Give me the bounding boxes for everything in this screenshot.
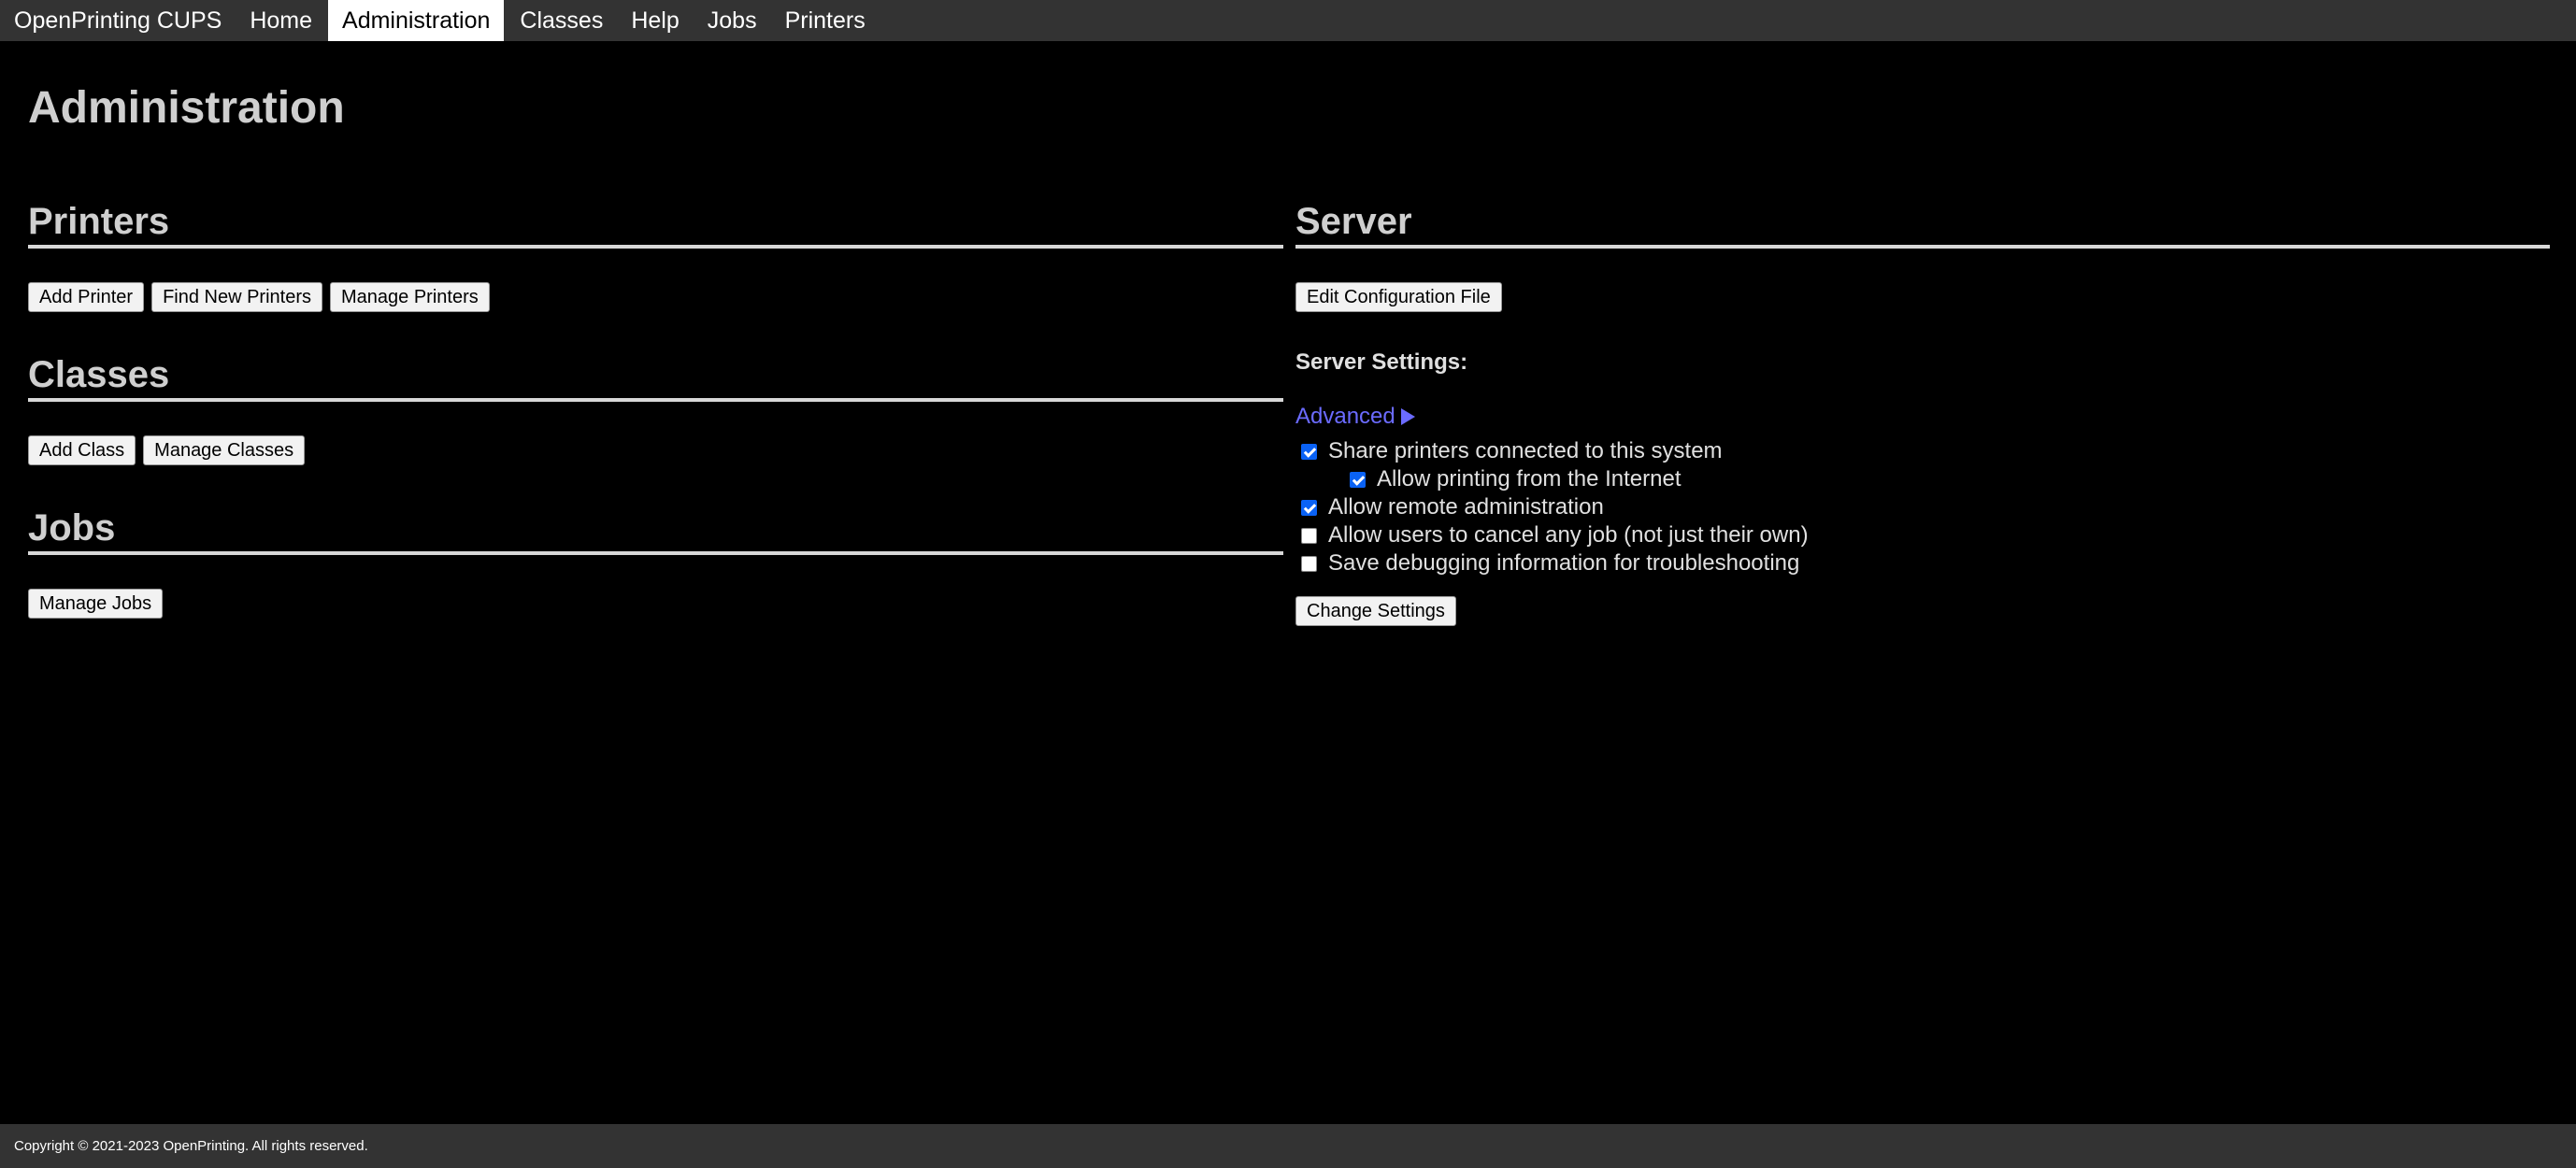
- cancel-any-job-label: Allow users to cancel any job (not just …: [1328, 522, 1809, 548]
- server-options: Share printers connected to this system …: [1295, 437, 2550, 577]
- option-share-printers: Share printers connected to this system: [1295, 437, 2550, 465]
- manage-classes-button[interactable]: Manage Classes: [143, 435, 306, 465]
- nav-item-administration[interactable]: Administration: [328, 0, 505, 41]
- share-printers-label: Share printers connected to this system: [1328, 438, 1723, 463]
- page-title: Administration: [28, 83, 345, 133]
- option-allow-internet-printing: Allow printing from the Internet: [1295, 465, 2550, 493]
- nav-item-help[interactable]: Help: [617, 0, 693, 41]
- printers-button-row: Add Printer Find New Printers Manage Pri…: [28, 282, 1283, 312]
- find-new-printers-button[interactable]: Find New Printers: [151, 282, 322, 312]
- classes-heading: Classes: [28, 351, 1283, 402]
- nav-item-classes[interactable]: Classes: [506, 0, 617, 41]
- share-printers-checkbox[interactable]: [1301, 443, 1317, 460]
- advanced-label: Advanced: [1295, 404, 1395, 429]
- cups-admin-page: OpenPrinting CUPS Home Administration Cl…: [0, 0, 2576, 1168]
- right-column: Server Edit Configuration File Server Se…: [1295, 198, 2550, 626]
- top-navigation: OpenPrinting CUPS Home Administration Cl…: [0, 0, 2576, 41]
- allow-internet-printing-checkbox[interactable]: [1350, 471, 1366, 488]
- add-printer-button[interactable]: Add Printer: [28, 282, 145, 312]
- debug-logging-label: Save debugging information for troublesh…: [1328, 550, 1800, 576]
- classes-button-row: Add Class Manage Classes: [28, 435, 1283, 465]
- cancel-any-job-checkbox[interactable]: [1301, 527, 1317, 544]
- allow-internet-printing-label: Allow printing from the Internet: [1377, 466, 1682, 491]
- expand-triangle-icon: [1400, 408, 1415, 425]
- nav-item-jobs[interactable]: Jobs: [694, 0, 771, 41]
- footer: Copyright © 2021-2023 OpenPrinting. All …: [0, 1124, 2576, 1168]
- jobs-heading: Jobs: [28, 505, 1283, 555]
- option-cancel-any-job: Allow users to cancel any job (not just …: [1295, 521, 2550, 549]
- jobs-button-row: Manage Jobs: [28, 589, 1283, 619]
- remote-admin-checkbox[interactable]: [1301, 499, 1317, 516]
- remote-admin-label: Allow remote administration: [1328, 494, 1604, 520]
- copyright-text: Copyright © 2021-2023 OpenPrinting. All …: [14, 1138, 368, 1154]
- add-class-button[interactable]: Add Class: [28, 435, 136, 465]
- server-heading: Server: [1295, 198, 2550, 249]
- change-settings-row: Change Settings: [1295, 596, 2550, 626]
- nav-brand-link[interactable]: OpenPrinting CUPS: [0, 0, 236, 41]
- manage-jobs-button[interactable]: Manage Jobs: [28, 589, 164, 619]
- server-settings-label: Server Settings:: [1295, 349, 1468, 375]
- left-column: Printers Add Printer Find New Printers M…: [28, 198, 1283, 619]
- nav-item-printers[interactable]: Printers: [771, 0, 880, 41]
- debug-logging-checkbox[interactable]: [1301, 555, 1317, 572]
- manage-printers-button[interactable]: Manage Printers: [330, 282, 490, 312]
- option-remote-admin: Allow remote administration: [1295, 493, 2550, 521]
- printers-heading: Printers: [28, 198, 1283, 249]
- advanced-toggle-link[interactable]: Advanced: [1295, 404, 1415, 430]
- edit-configuration-file-button[interactable]: Edit Configuration File: [1295, 282, 1502, 312]
- change-settings-button[interactable]: Change Settings: [1295, 596, 1456, 626]
- option-debug-logging: Save debugging information for troublesh…: [1295, 549, 2550, 577]
- server-button-row: Edit Configuration File: [1295, 282, 2550, 312]
- nav-item-home[interactable]: Home: [236, 0, 326, 41]
